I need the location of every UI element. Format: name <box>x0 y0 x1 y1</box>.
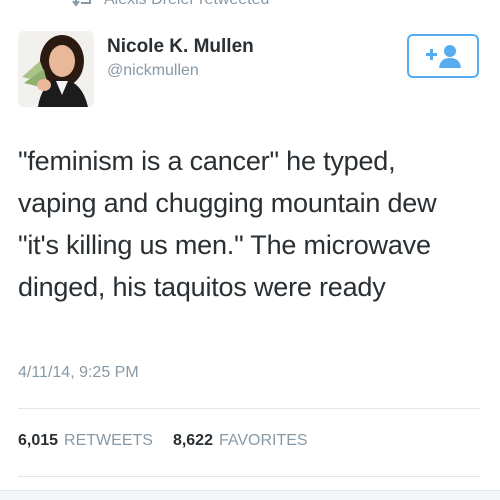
tweet-text: "feminism is a cancer" he typed, vaping … <box>18 146 437 302</box>
action-bar-edge <box>0 490 500 500</box>
retweet-context-text: Alexis Dreier retweeted <box>104 0 269 9</box>
tweet-detail-view: Alexis Dreier retweeted Nicole K. Mullen… <box>0 0 500 500</box>
avatar-image <box>18 31 94 107</box>
favorites-count[interactable]: 8,622 <box>173 432 213 450</box>
retweets-label[interactable]: RETWEETS <box>64 432 153 450</box>
favorites-label[interactable]: FAVORITES <box>219 432 308 450</box>
follow-button[interactable] <box>407 34 479 78</box>
retweet-context[interactable]: Alexis Dreier retweeted <box>72 0 269 10</box>
divider <box>18 408 480 409</box>
retweet-icon <box>72 0 91 7</box>
author-name[interactable]: Nicole K. Mullen <box>107 36 254 58</box>
avatar[interactable] <box>18 31 94 107</box>
divider <box>18 476 480 477</box>
author-handle[interactable]: @nickmullen <box>107 62 199 80</box>
tweet-stats: 6,015 RETWEETS 8,622 FAVORITES <box>18 432 308 450</box>
retweets-count[interactable]: 6,015 <box>18 432 58 450</box>
tweet-timestamp[interactable]: 4/11/14, 9:25 PM <box>18 364 139 382</box>
follow-person-plus-icon <box>426 45 461 68</box>
